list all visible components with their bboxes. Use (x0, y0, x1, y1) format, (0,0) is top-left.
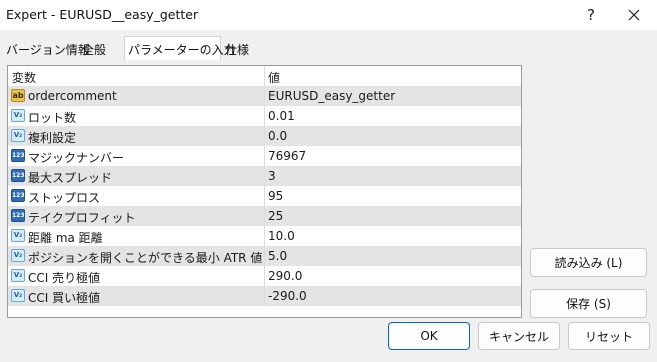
parameter-row[interactable]: V₂ CCI 買い極値 -290.0 (8, 286, 521, 306)
parameter-row[interactable]: V₂ ロット数 0.01 (8, 106, 521, 126)
parameter-name: 最大スプレッド (28, 171, 113, 185)
column-divider (264, 146, 265, 166)
parameter-value[interactable]: 0.01 (268, 109, 295, 123)
close-button[interactable] (614, 2, 654, 28)
grid-header: 変数 値 (8, 66, 521, 86)
integer-type-icon: 123 (11, 209, 25, 222)
column-divider (264, 266, 265, 286)
parameter-value[interactable]: EURUSD_easy_getter (268, 89, 395, 103)
tab-input-parameters[interactable]: パラメーターの入力 (124, 36, 236, 62)
column-divider (264, 126, 265, 146)
reset-button[interactable]: リセット (568, 322, 650, 350)
integer-type-icon: 123 (11, 149, 25, 162)
tab-label: 全般 (82, 43, 107, 57)
parameter-name: ordercomment (28, 89, 117, 103)
ok-button[interactable]: OK (388, 322, 470, 350)
parameter-name: CCI 買い極値 (28, 291, 101, 305)
close-icon (628, 9, 640, 21)
tab-specifications[interactable]: 仕様 (221, 37, 253, 61)
save-button[interactable]: 保存 (S) (530, 289, 647, 318)
double-type-icon: V₂ (11, 109, 25, 122)
parameter-name: ポジションを開くことができる最小 ATR 値 (28, 251, 263, 265)
cancel-button[interactable]: キャンセル (478, 322, 560, 350)
help-button[interactable]: ? (574, 2, 608, 28)
double-type-icon: V₂ (11, 289, 25, 302)
integer-type-icon: 123 (11, 169, 25, 182)
parameter-name: CCI 売り極値 (28, 271, 101, 285)
parameter-value[interactable]: 76967 (268, 149, 306, 163)
column-divider[interactable] (264, 66, 265, 86)
double-type-icon: V₂ (11, 229, 25, 242)
parameter-name: ロット数 (28, 111, 77, 125)
tab-label: パラメーターの入力 (128, 43, 236, 57)
column-divider (264, 246, 265, 266)
parameter-name: 複利設定 (28, 131, 77, 145)
parameter-name: テイクプロフィット (28, 211, 136, 225)
parameter-value[interactable]: 290.0 (268, 269, 302, 283)
double-type-icon: V₂ (11, 249, 25, 262)
header-value[interactable]: 値 (268, 69, 280, 86)
parameter-row[interactable]: 123 ストップロス 95 (8, 186, 521, 206)
tab-bar: バージョン情報 全般 パラメーターの入力 仕様 (0, 36, 657, 62)
window-title: Expert - EURUSD__easy_getter (6, 7, 199, 22)
parameter-value[interactable]: 10.0 (268, 229, 295, 243)
integer-type-icon: 123 (11, 189, 25, 202)
column-divider (264, 106, 265, 126)
column-divider (264, 206, 265, 226)
column-divider (264, 86, 265, 106)
parameter-name: マジックナンバー (28, 151, 125, 165)
parameter-value[interactable]: 3 (268, 169, 276, 183)
parameter-row[interactable]: ab ordercomment EURUSD_easy_getter (8, 86, 521, 106)
tab-general[interactable]: 全般 (78, 37, 110, 61)
parameter-value[interactable]: -290.0 (268, 289, 307, 303)
column-divider (264, 166, 265, 186)
parameter-row[interactable]: V₂ 複利設定 0.0 (8, 126, 521, 146)
parameter-value[interactable]: 5.0 (268, 249, 287, 263)
tab-label: 仕様 (225, 43, 250, 57)
parameters-grid[interactable]: 変数 値 ab ordercomment EURUSD_easy_getter V₂ ロ… (7, 65, 522, 318)
parameter-row[interactable]: V₂ 距離 ma 距離 10.0 (8, 226, 521, 246)
column-divider (264, 286, 265, 306)
column-divider (264, 186, 265, 206)
parameter-value[interactable]: 25 (268, 209, 283, 223)
parameter-row[interactable]: 123 マジックナンバー 76967 (8, 146, 521, 166)
double-type-icon: V₂ (11, 269, 25, 282)
load-button[interactable]: 読み込み (L) (530, 248, 647, 277)
string-type-icon: ab (11, 89, 25, 102)
parameter-row[interactable]: 123 最大スプレッド 3 (8, 166, 521, 186)
parameter-name: ストップロス (28, 191, 101, 205)
column-divider (264, 226, 265, 246)
parameter-value[interactable]: 95 (268, 189, 283, 203)
parameter-row[interactable]: V₂ ポジションを開くことができる最小 ATR 値 5.0 (8, 246, 521, 266)
double-type-icon: V₂ (11, 129, 25, 142)
parameter-row[interactable]: 123 テイクプロフィット 25 (8, 206, 521, 226)
parameter-name: 距離 ma 距離 (28, 231, 103, 245)
help-icon: ? (587, 6, 595, 24)
header-variable[interactable]: 変数 (12, 69, 36, 86)
parameter-value[interactable]: 0.0 (268, 129, 287, 143)
title-bar: Expert - EURUSD__easy_getter ? (0, 0, 657, 30)
parameter-row[interactable]: V₂ CCI 売り極値 290.0 (8, 266, 521, 286)
